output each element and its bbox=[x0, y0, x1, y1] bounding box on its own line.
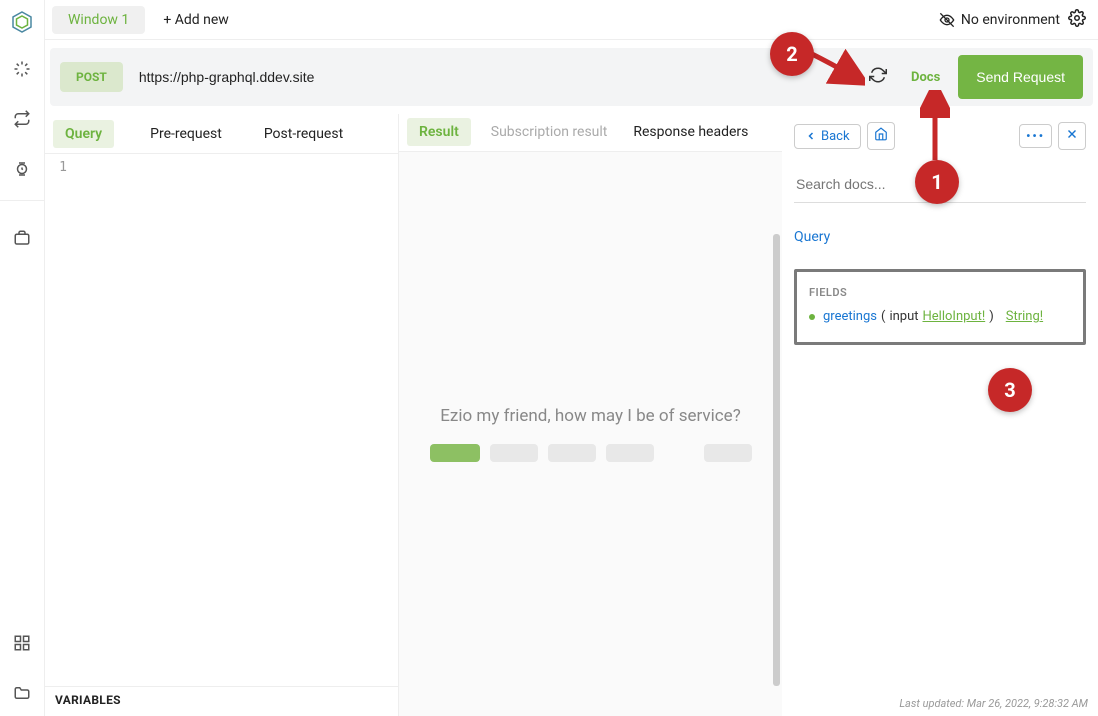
left-rail bbox=[0, 0, 45, 716]
pill bbox=[704, 444, 752, 462]
docs-close-button[interactable] bbox=[1058, 122, 1086, 150]
home-icon bbox=[874, 127, 888, 141]
arrow-left-icon bbox=[805, 130, 817, 142]
annotation-arrow-1 bbox=[920, 90, 950, 165]
sync-icon[interactable] bbox=[13, 110, 31, 132]
arg-name: input bbox=[889, 309, 918, 324]
docs-button[interactable]: Docs bbox=[899, 70, 952, 85]
query-tab-bar: Query Pre-request Post-request bbox=[45, 114, 398, 154]
pill bbox=[548, 444, 596, 462]
loading-icon[interactable] bbox=[13, 60, 31, 82]
folder-icon[interactable] bbox=[13, 684, 31, 706]
annotation-1: 1 bbox=[915, 160, 959, 204]
app-logo bbox=[10, 10, 34, 38]
query-column: Query Pre-request Post-request 1 VARIABL… bbox=[45, 114, 399, 716]
docs-panel: Back ••• Query FIELDS bbox=[782, 114, 1098, 716]
watch-icon[interactable] bbox=[13, 160, 31, 182]
placeholder-pills bbox=[430, 444, 752, 462]
last-updated: Last updated: Mar 26, 2022, 9:28:32 AM bbox=[899, 697, 1088, 710]
arg-type-link[interactable]: HelloInput! bbox=[923, 309, 986, 324]
reload-icon bbox=[869, 66, 887, 84]
fields-box: FIELDS greetings ( input HelloInput! ) S… bbox=[794, 269, 1086, 345]
pill bbox=[430, 444, 480, 462]
http-method[interactable]: POST bbox=[60, 62, 123, 92]
variables-toggle[interactable]: VARIABLES bbox=[45, 686, 398, 716]
result-column: Result Subscription result Response head… bbox=[399, 114, 782, 716]
placeholder-text: Ezio my friend, how may I be of service? bbox=[440, 406, 740, 426]
grid-icon[interactable] bbox=[13, 634, 31, 656]
tab-bar: Window 1 + Add new No environment bbox=[45, 0, 1098, 40]
add-tab-button[interactable]: + Add new bbox=[163, 12, 229, 28]
docs-back-button[interactable]: Back bbox=[794, 124, 861, 149]
eye-off-icon bbox=[939, 12, 955, 28]
pill bbox=[490, 444, 538, 462]
field-dot bbox=[809, 314, 815, 320]
query-editor[interactable]: 1 bbox=[45, 154, 398, 686]
paren-open: ( bbox=[881, 309, 885, 324]
field-row: greetings ( input HelloInput! ) String! bbox=[809, 309, 1071, 324]
return-type-link[interactable]: String! bbox=[1006, 309, 1043, 324]
annotation-arrow-2 bbox=[805, 48, 865, 88]
back-label: Back bbox=[821, 129, 850, 144]
annotation-2: 2 bbox=[770, 32, 814, 76]
result-placeholder: Ezio my friend, how may I be of service? bbox=[399, 152, 782, 716]
tab-result[interactable]: Result bbox=[407, 118, 471, 146]
docs-query-root[interactable]: Query bbox=[794, 229, 1086, 245]
tab-subscription-result[interactable]: Subscription result bbox=[485, 116, 614, 148]
close-icon bbox=[1065, 127, 1079, 141]
fields-label: FIELDS bbox=[809, 286, 1071, 299]
send-request-button[interactable]: Send Request bbox=[958, 55, 1083, 99]
line-gutter: 1 bbox=[45, 154, 75, 686]
gear-icon bbox=[1068, 9, 1086, 27]
result-tab-bar: Result Subscription result Response head… bbox=[399, 114, 782, 152]
tab-query[interactable]: Query bbox=[53, 120, 114, 148]
field-name[interactable]: greetings bbox=[823, 309, 877, 324]
annotation-3: 3 bbox=[988, 368, 1032, 412]
url-input[interactable] bbox=[129, 69, 821, 85]
collections-icon[interactable] bbox=[13, 229, 31, 251]
tab-post-request[interactable]: Post-request bbox=[258, 118, 349, 150]
docs-home-button[interactable] bbox=[867, 122, 895, 150]
pill bbox=[606, 444, 654, 462]
environment-selector[interactable]: No environment bbox=[939, 12, 1060, 28]
tab-response-headers[interactable]: Response headers bbox=[627, 116, 754, 148]
docs-more-button[interactable]: ••• bbox=[1019, 124, 1052, 148]
window-tab[interactable]: Window 1 bbox=[52, 6, 145, 34]
reload-button[interactable] bbox=[863, 60, 893, 94]
environment-label: No environment bbox=[961, 12, 1060, 28]
tab-pre-request[interactable]: Pre-request bbox=[144, 118, 228, 150]
paren-close: ) bbox=[989, 309, 994, 324]
settings-button[interactable] bbox=[1068, 9, 1086, 31]
result-scrollbar[interactable] bbox=[773, 234, 780, 686]
